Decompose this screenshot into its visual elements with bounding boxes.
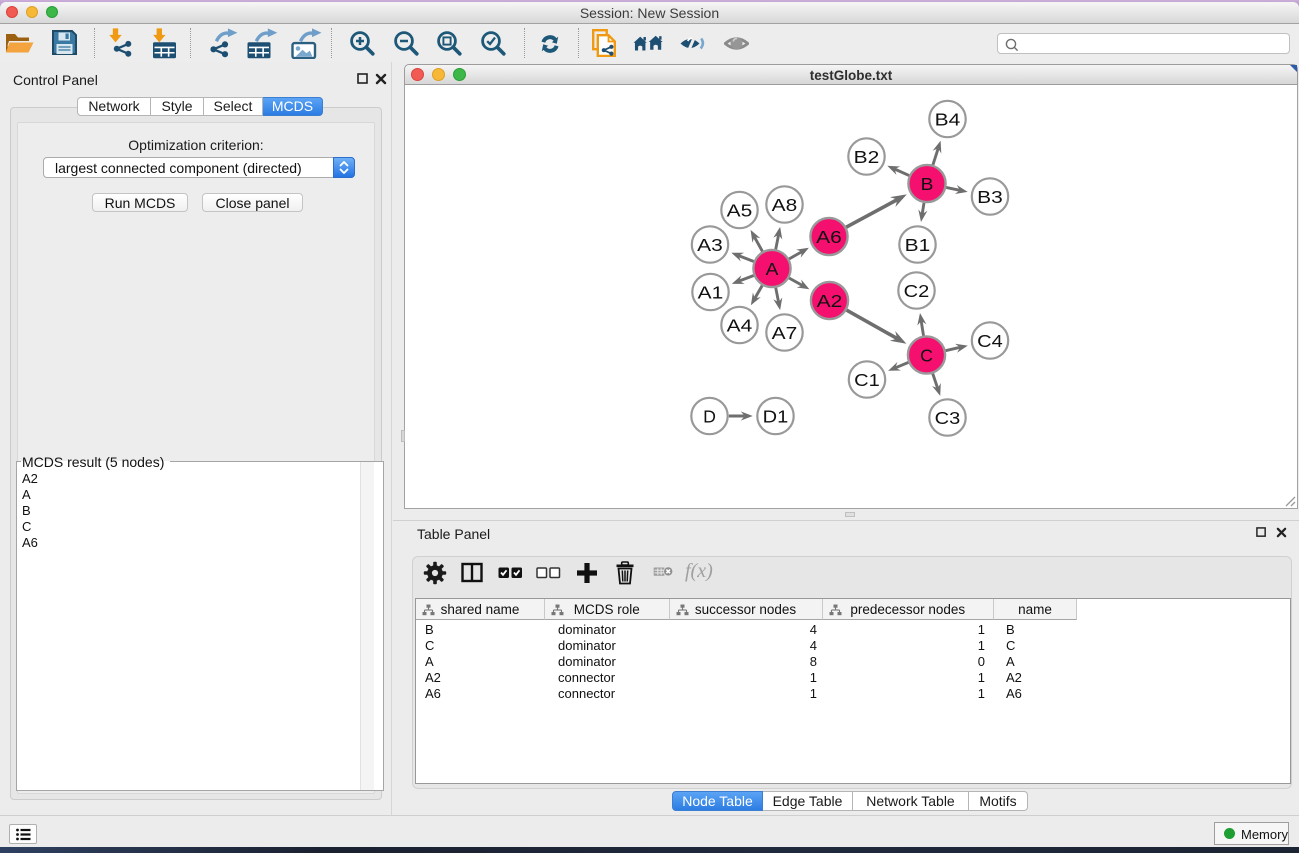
svg-text:A7: A7 [772, 323, 798, 343]
svg-text:C1: C1 [854, 370, 880, 390]
svg-text:A3: A3 [697, 235, 723, 255]
svg-text:A2: A2 [817, 291, 843, 311]
svg-text:A6: A6 [816, 227, 842, 247]
svg-text:A8: A8 [772, 195, 798, 215]
svg-text:A: A [766, 259, 779, 279]
svg-text:A5: A5 [727, 201, 753, 221]
svg-text:D: D [703, 407, 716, 427]
svg-text:B: B [921, 174, 934, 194]
svg-text:C2: C2 [904, 281, 930, 301]
svg-text:B4: B4 [935, 110, 961, 130]
svg-text:D1: D1 [763, 407, 789, 427]
svg-text:C: C [920, 346, 933, 366]
svg-text:B3: B3 [977, 187, 1003, 207]
svg-text:C4: C4 [977, 331, 1003, 351]
svg-text:C3: C3 [935, 408, 961, 428]
svg-text:B1: B1 [905, 235, 931, 255]
svg-text:A4: A4 [727, 316, 753, 336]
svg-text:A1: A1 [698, 283, 724, 303]
svg-text:B2: B2 [854, 147, 880, 167]
